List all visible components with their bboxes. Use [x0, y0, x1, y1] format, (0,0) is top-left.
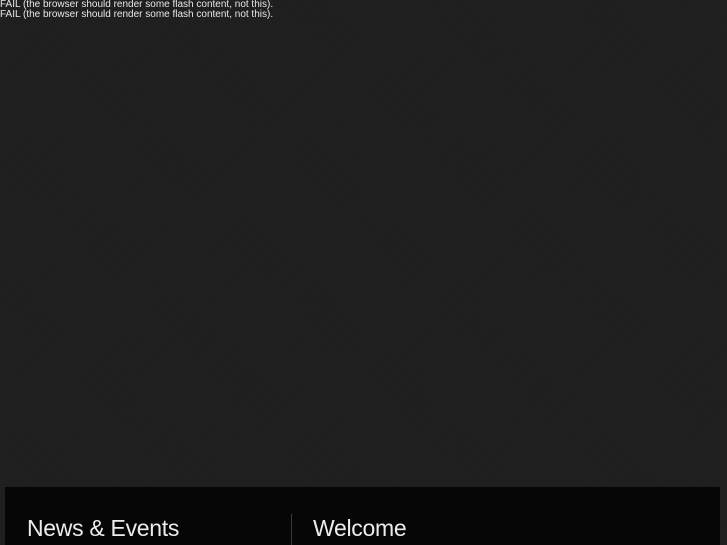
footer-panel: News & Events Welcome [5, 487, 720, 545]
welcome-heading: Welcome [313, 515, 407, 541]
column-divider [291, 514, 292, 545]
flash-fallback-message: FAIL (the browser should render some fla… [0, 9, 274, 20]
news-events-heading: News & Events [27, 515, 180, 541]
flash-fallback-messages: FAIL (the browser should render some fla… [0, 0, 273, 20]
